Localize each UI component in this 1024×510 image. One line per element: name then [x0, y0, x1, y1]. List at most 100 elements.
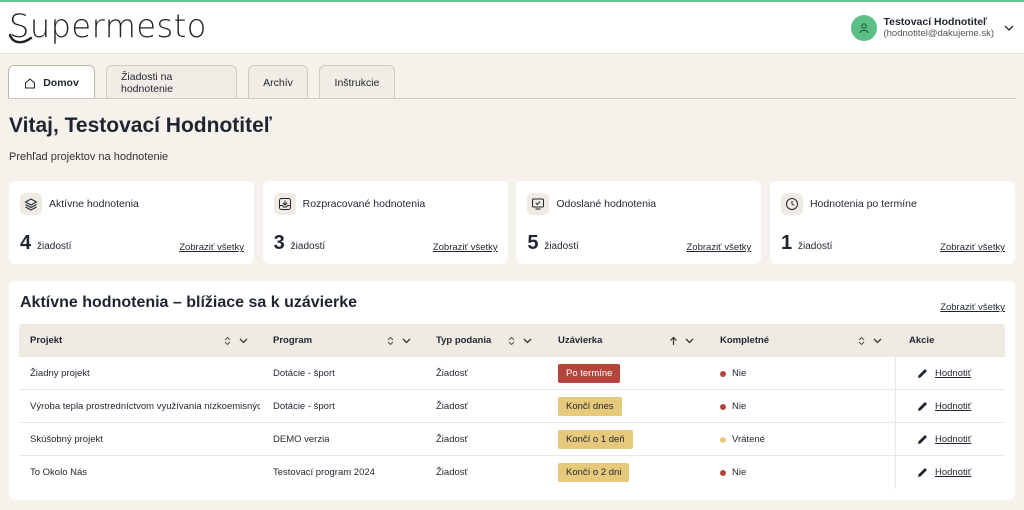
- col-header-kompletne[interactable]: Kompletné: [720, 324, 769, 357]
- cell-project: To Okolo Nás: [30, 467, 88, 478]
- table-row: Žiadny projekt Dotácie - šport Žiadosť P…: [19, 357, 1005, 390]
- cell-project: Skúšobný projekt: [30, 434, 103, 445]
- page-subtitle: Prehľad projektov na hodnotenie: [9, 151, 169, 163]
- complete-status: Vrátené: [732, 434, 765, 445]
- card-title: Hodnotenia po termíne: [809, 198, 917, 210]
- cell-program: Dotácie - šport: [273, 401, 335, 412]
- tab-ziadosti[interactable]: Žiadosti na hodnotenie: [106, 65, 237, 99]
- user-menu[interactable]: Testovací Hodnotiteľ (hodnotitel@dakujem…: [851, 12, 1014, 44]
- app-header: Supermesto Testovací Hodnotiteľ (hodnoti…: [0, 2, 1024, 54]
- logo[interactable]: Supermesto: [9, 4, 207, 48]
- card-count: 5: [527, 232, 539, 254]
- tab-label: Archív: [263, 76, 293, 89]
- sort-icon[interactable]: [223, 324, 249, 357]
- main-tabs: Domov Žiadosti na hodnotenie Archív Inšt…: [8, 65, 406, 99]
- page-title: Vitaj, Testovací Hodnotiteľ: [9, 114, 272, 137]
- cell-deadline: Končí o 1 deň: [558, 423, 633, 456]
- card-view-all-link[interactable]: Zobraziť všetky: [940, 242, 1005, 253]
- card-count: 4: [20, 232, 32, 254]
- complete-status: Nie: [732, 401, 747, 412]
- clock-icon: [780, 193, 803, 215]
- status-dot: [720, 403, 726, 410]
- evaluate-button[interactable]: Hodnotiť: [895, 390, 1005, 423]
- card-title: Odoslané hodnotenia: [556, 198, 657, 210]
- cell-deadline: Končí o 2 dni: [558, 456, 630, 489]
- pencil-icon: [918, 435, 927, 444]
- user-name: Testovací Hodnotiteľ: [883, 16, 988, 28]
- card-count: 3: [273, 232, 285, 254]
- pencil-icon: [918, 369, 927, 378]
- tab-instrukcie[interactable]: Inštrukcie: [319, 65, 395, 99]
- tab-label: Inštrukcie: [334, 76, 380, 89]
- tab-archiv[interactable]: Archív: [248, 65, 308, 99]
- panel-view-all-link[interactable]: Zobraziť všetky: [940, 302, 1005, 313]
- card-view-all-link[interactable]: Zobraziť všetky: [687, 242, 752, 253]
- sort-icon[interactable]: [857, 324, 883, 357]
- card-view-all-link[interactable]: Zobraziť všetky: [433, 242, 498, 253]
- panel-title: Aktívne hodnotenia – blížiace sa k uzávi…: [20, 294, 358, 311]
- tab-domov[interactable]: Domov: [8, 65, 95, 99]
- logo-swoosh-icon: [9, 33, 33, 44]
- card-unit: žiadostí: [37, 241, 72, 252]
- cell-project: Výroba tepla prostredníctvom využívania …: [30, 401, 260, 412]
- cell-deadline: Po termíne: [558, 357, 621, 390]
- card-title: Aktívne hodnotenia: [49, 198, 139, 210]
- home-icon: [24, 77, 36, 89]
- monitor-check-icon: [527, 193, 550, 215]
- deadline-badge: Končí o 1 deň: [558, 430, 633, 449]
- col-header-akcie: Akcie: [909, 335, 935, 346]
- deadline-panel: Aktívne hodnotenia – blížiace sa k uzávi…: [9, 281, 1015, 500]
- evaluate-link[interactable]: Hodnotiť: [935, 434, 971, 445]
- cell-program: Testovací program 2024: [273, 467, 375, 478]
- cell-complete: Nie: [720, 357, 746, 390]
- sort-icon[interactable]: [507, 324, 533, 357]
- card-unit: žiadostí: [797, 241, 833, 252]
- sort-icon[interactable]: [386, 324, 412, 357]
- evaluate-button[interactable]: Hodnotiť: [895, 357, 1005, 390]
- deadline-badge: Končí dnes: [558, 397, 622, 416]
- status-dot: [720, 436, 726, 443]
- card-aktivne: Aktívne hodnotenia 4 žiadostí Zobraziť v…: [9, 181, 254, 264]
- card-title: Rozpracované hodnotenia: [302, 198, 426, 210]
- col-header-program[interactable]: Program: [273, 324, 312, 357]
- tab-label: Domov: [43, 76, 79, 89]
- table-row: Skúšobný projekt DEMO verzia Žiadosť Kon…: [19, 423, 1005, 456]
- status-dot: [720, 370, 726, 377]
- cell-program: Dotácie - šport: [273, 368, 335, 379]
- cell-type: Žiadosť: [436, 434, 469, 445]
- cell-program: DEMO verzia: [273, 434, 330, 445]
- chevron-down-icon[interactable]: [1004, 24, 1014, 32]
- tabs-divider: [8, 98, 1016, 99]
- col-header-uzavierka[interactable]: Uzávierka: [558, 324, 602, 357]
- pencil-icon: [918, 468, 927, 477]
- card-unit: žiadostí: [290, 241, 326, 252]
- evaluate-link[interactable]: Hodnotiť: [935, 401, 971, 412]
- user-icon: [851, 15, 878, 41]
- evaluate-button[interactable]: Hodnotiť: [895, 423, 1005, 456]
- cell-project: Žiadny projekt: [30, 368, 90, 379]
- evaluate-link[interactable]: Hodnotiť: [935, 368, 971, 379]
- card-view-all-link[interactable]: Zobraziť všetky: [179, 242, 244, 253]
- cell-deadline: Končí dnes: [558, 390, 622, 423]
- cell-complete: Vrátené: [720, 423, 765, 456]
- complete-status: Nie: [732, 368, 747, 379]
- cell-complete: Nie: [720, 390, 746, 423]
- cell-type: Žiadosť: [436, 368, 469, 379]
- layers-icon: [20, 193, 42, 215]
- cell-type: Žiadosť: [436, 467, 469, 478]
- user-info: Testovací Hodnotiteľ (hodnotitel@dakujem…: [883, 16, 994, 40]
- evaluate-button[interactable]: Hodnotiť: [895, 456, 1005, 489]
- sort-asc-icon[interactable]: [669, 324, 695, 357]
- col-header-projekt[interactable]: Projekt: [30, 324, 62, 357]
- deadline-badge: Po termíne: [558, 364, 621, 383]
- cell-complete: Nie: [720, 456, 746, 489]
- card-unit: žiadostí: [544, 241, 579, 252]
- table-header: Projekt Program Typ podania Uzávierka Ko…: [19, 324, 1005, 357]
- deadline-badge: Končí o 2 dni: [558, 463, 630, 482]
- card-rozpracovane: Rozpracované hodnotenia 3 žiadostí Zobra…: [262, 181, 508, 264]
- status-dot: [720, 469, 726, 476]
- evaluate-link[interactable]: Hodnotiť: [935, 467, 971, 478]
- cell-type: Žiadosť: [436, 401, 469, 412]
- card-po-termine: Hodnotenia po termíne 1 žiadostí Zobrazi…: [769, 181, 1015, 264]
- col-header-typ[interactable]: Typ podania: [436, 324, 491, 357]
